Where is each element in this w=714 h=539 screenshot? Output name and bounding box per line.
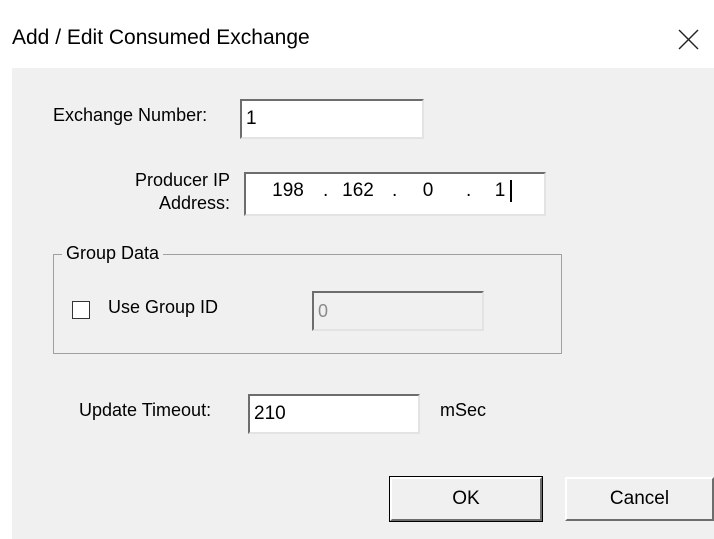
exchange-number-field[interactable] xyxy=(240,99,424,139)
update-timeout-label: Update Timeout: xyxy=(79,400,212,420)
update-timeout-field[interactable] xyxy=(248,394,420,434)
ok-button[interactable]: OK xyxy=(389,476,543,522)
dialog-body: Exchange Number: Producer IP Address: 19… xyxy=(12,68,714,539)
group-data-legend: Group Data xyxy=(62,243,164,264)
ip-octet-4[interactable]: 1 xyxy=(492,180,508,202)
use-group-id-checkbox[interactable] xyxy=(72,301,90,319)
text-caret xyxy=(510,180,512,202)
ip-octet-3[interactable]: 0 xyxy=(418,180,438,202)
ip-separator: . xyxy=(323,180,329,201)
ip-separator: . xyxy=(466,180,472,201)
window-title: Add / Edit Consumed Exchange xyxy=(12,26,310,49)
producer-ip-field[interactable]: 198 . 162 . 0 . 1 xyxy=(244,172,546,216)
close-icon xyxy=(678,29,699,50)
cancel-button[interactable]: Cancel xyxy=(565,477,714,521)
producer-ip-label-line1: Producer IP xyxy=(134,170,230,190)
exchange-number-label: Exchange Number: xyxy=(53,105,208,125)
ip-octet-1[interactable]: 198 xyxy=(268,180,308,202)
update-timeout-unit: mSec xyxy=(440,400,487,420)
group-id-field xyxy=(312,291,484,331)
producer-ip-label-line2: Address: xyxy=(158,193,230,213)
ip-separator: . xyxy=(392,180,398,201)
ip-octet-2[interactable]: 162 xyxy=(338,180,378,202)
use-group-id-label[interactable]: Use Group ID xyxy=(108,297,218,318)
close-button[interactable] xyxy=(670,22,706,58)
title-bar: Add / Edit Consumed Exchange xyxy=(0,0,714,68)
